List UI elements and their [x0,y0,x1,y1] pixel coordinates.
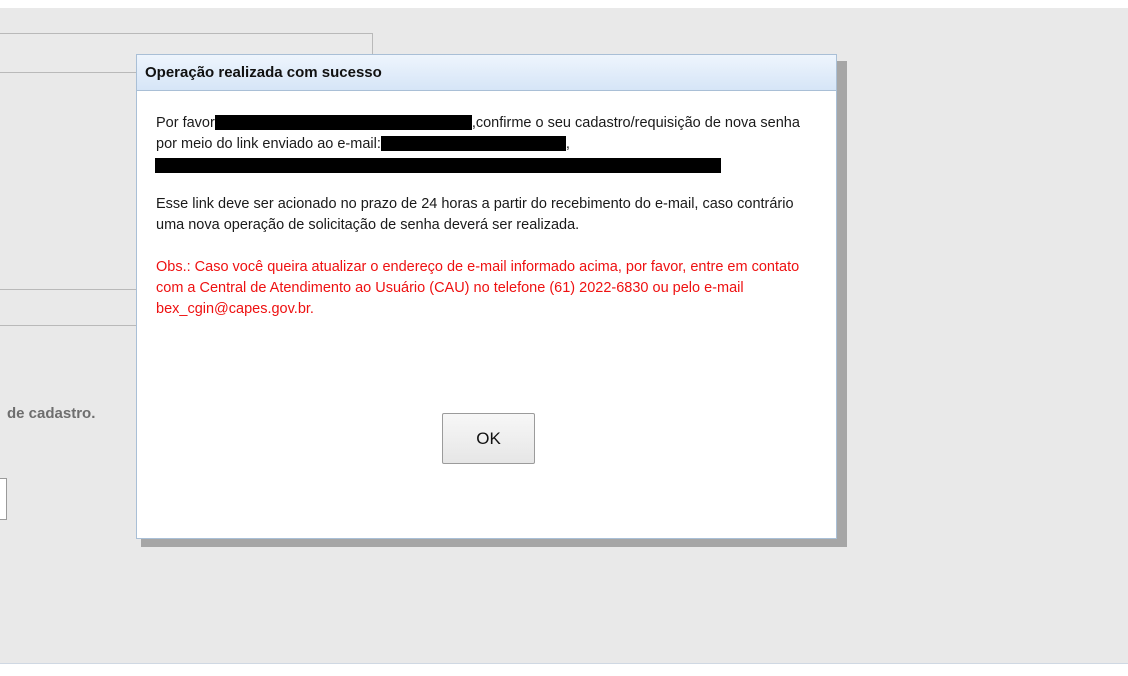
redacted-name [214,115,472,130]
top-strip [0,0,1128,8]
ok-button-wrap: OK [442,413,535,464]
dialog-titlebar[interactable]: Operação realizada com sucesso [137,55,836,91]
ok-button[interactable]: OK [442,413,535,464]
success-dialog: Operação realizada com sucesso Por favor… [136,54,837,539]
redacted-email-continued [155,158,721,173]
message-text: Por favor [156,115,215,131]
contact-notice: Obs.: Caso você queira atualizar o ender… [156,259,800,317]
message-text: , [565,136,570,152]
bottom-strip [0,663,1128,676]
redacted-email [380,136,566,151]
dialog-body: Por favor ,confirme o seu cadastro/requis… [137,91,836,320]
background-partial-text: de cadastro. [7,405,96,422]
background-input-field[interactable] [0,478,7,520]
link-expiry-message: Esse link deve ser acionado no prazo de … [156,196,794,233]
dialog-title: Operação realizada com sucesso [145,64,382,81]
confirmation-message: Por favor ,confirme o seu cadastro/requis… [155,113,818,173]
